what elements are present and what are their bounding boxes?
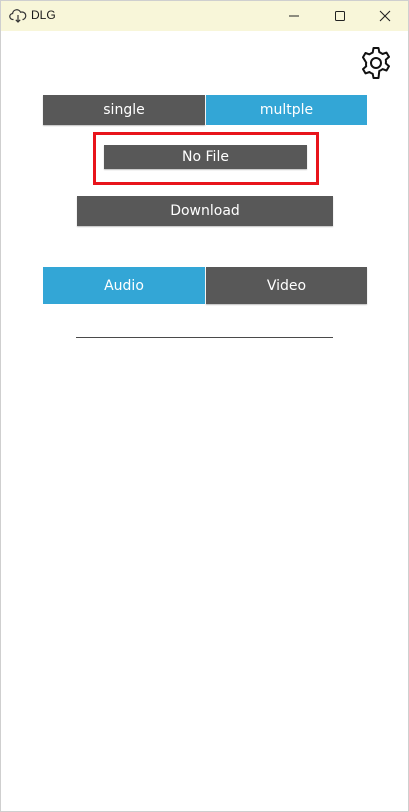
app-window: DLG single multple No File Download Audi… xyxy=(0,0,409,812)
single-mode-label: single xyxy=(103,102,145,118)
minimize-icon xyxy=(289,15,299,17)
file-label: No File xyxy=(182,149,229,165)
close-button[interactable] xyxy=(362,1,408,31)
download-button[interactable]: Download xyxy=(77,196,333,226)
audio-format-label: Audio xyxy=(104,277,144,294)
video-format-label: Video xyxy=(266,277,307,294)
maximize-button[interactable] xyxy=(317,1,363,31)
divider xyxy=(76,337,333,338)
minimize-button[interactable] xyxy=(271,1,317,31)
window-title: DLG xyxy=(31,8,56,22)
multiple-mode-label: multple xyxy=(259,102,314,118)
close-icon xyxy=(379,10,391,22)
video-format-button[interactable]: Video xyxy=(206,267,367,304)
multiple-mode-button[interactable]: multple xyxy=(206,95,367,125)
settings-button[interactable] xyxy=(358,45,394,81)
single-mode-button[interactable]: single xyxy=(43,95,205,125)
audio-format-button[interactable]: Audio xyxy=(43,267,205,304)
download-label: Download xyxy=(170,203,240,219)
gear-icon xyxy=(362,47,390,79)
maximize-icon xyxy=(335,11,345,21)
file-select-button[interactable]: No File xyxy=(104,145,307,169)
cloud-download-icon xyxy=(9,8,27,24)
title-bar[interactable]: DLG xyxy=(1,1,408,31)
